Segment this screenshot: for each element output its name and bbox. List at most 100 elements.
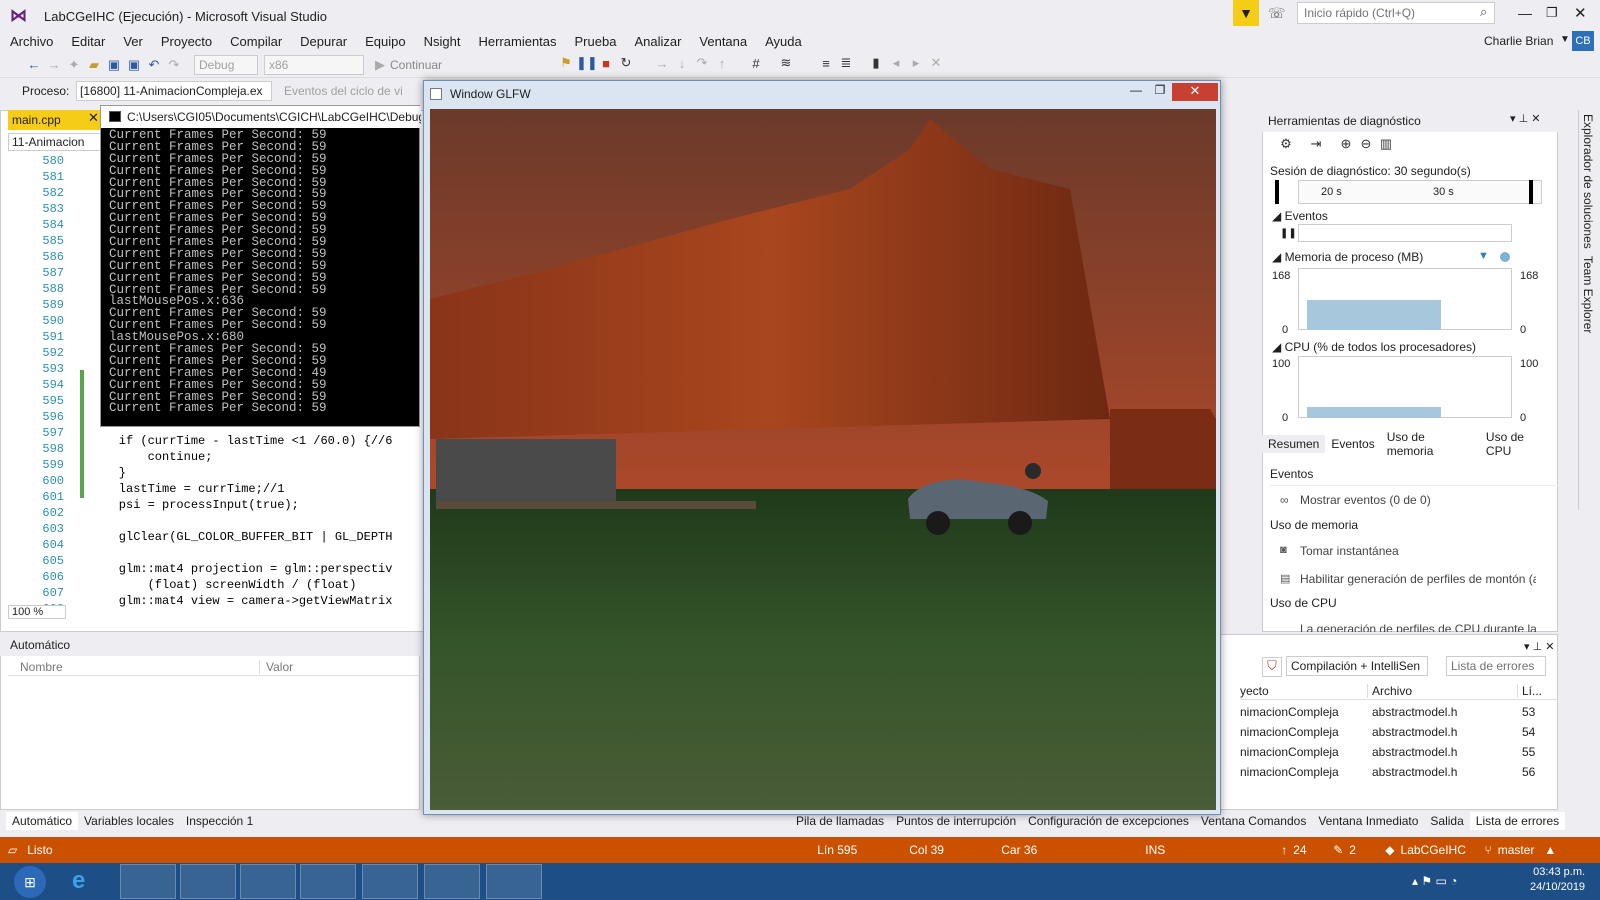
col-name[interactable]: Nombre bbox=[8, 659, 260, 674]
memory-section[interactable]: ◢ Memoria de proceso (MB) bbox=[1272, 250, 1423, 264]
minimize-button[interactable]: — bbox=[1518, 5, 1532, 21]
feedback-icon[interactable]: ☏ bbox=[1268, 5, 1286, 22]
tab-events[interactable]: Eventos bbox=[1325, 435, 1380, 453]
visual-studio-icon[interactable] bbox=[362, 864, 418, 899]
error-row[interactable]: nimacionCompleja abstractmodel.h 55 bbox=[1240, 742, 1558, 762]
team-explorer-tab[interactable]: Team Explorer bbox=[1581, 256, 1595, 333]
menu-prueba[interactable]: Prueba bbox=[565, 34, 625, 49]
bookmark-clear-icon[interactable]: ✕ bbox=[926, 55, 946, 71]
step-out-icon[interactable]: ↑ bbox=[712, 56, 732, 71]
memory-chart[interactable] bbox=[1298, 268, 1512, 330]
close-tab-icon[interactable]: ✕ bbox=[88, 110, 99, 126]
gitkraken-icon[interactable] bbox=[300, 864, 356, 899]
quick-launch-input[interactable]: Inicio rápido (Ctrl+Q) bbox=[1297, 2, 1495, 24]
continue-icon[interactable]: ▶ bbox=[370, 57, 390, 73]
process-select[interactable]: [16800] 11-AnimacionCompleja.ex bbox=[76, 81, 272, 101]
tab-output[interactable]: Salida bbox=[1424, 812, 1469, 830]
col-project[interactable]: yecto bbox=[1240, 683, 1368, 698]
tab-summary[interactable]: Resumen bbox=[1262, 435, 1326, 453]
export-icon[interactable]: ⇥ bbox=[1306, 136, 1326, 152]
tab-immediate-window[interactable]: Ventana Inmediato bbox=[1312, 812, 1424, 830]
solution-explorer-tab[interactable]: Explorador de soluciones bbox=[1581, 114, 1595, 249]
paint-icon[interactable] bbox=[424, 864, 480, 899]
error-row[interactable]: nimacionCompleja abstractmodel.h 54 bbox=[1240, 722, 1558, 742]
status-changes[interactable]: 2 bbox=[1349, 843, 1385, 857]
timeline-end-marker[interactable] bbox=[1529, 180, 1533, 204]
menu-compilar[interactable]: Compilar bbox=[220, 34, 290, 49]
tab-memory[interactable]: Uso de memoria bbox=[1381, 428, 1480, 460]
notification-filter-icon[interactable]: ▼ bbox=[1233, 0, 1259, 26]
bookmark-next-icon[interactable]: ▸ bbox=[906, 55, 926, 71]
back-icon[interactable]: ← bbox=[24, 57, 44, 72]
restart-icon[interactable]: ↻ bbox=[616, 55, 636, 71]
glfw-window[interactable]: Window GLFW — ❐ ✕ bbox=[423, 80, 1221, 815]
chrome-icon[interactable] bbox=[240, 864, 296, 899]
col-line[interactable]: Lí... bbox=[1518, 684, 1542, 698]
take-snapshot-button[interactable]: Tomar instantánea bbox=[1300, 544, 1399, 558]
menu-ventana[interactable]: Ventana bbox=[689, 34, 755, 49]
user-name[interactable]: Charlie Brian bbox=[1484, 34, 1553, 48]
comment-icon[interactable]: ≡ bbox=[816, 56, 836, 71]
save-all-icon[interactable]: ▣ bbox=[124, 57, 144, 73]
uncomment-icon[interactable]: ≣ bbox=[836, 55, 856, 71]
col-value[interactable]: Valor bbox=[260, 660, 293, 674]
glfw-close-button[interactable]: ✕ bbox=[1172, 83, 1218, 101]
continue-button[interactable]: Continuar bbox=[390, 58, 442, 72]
hex-icon[interactable]: # bbox=[746, 56, 766, 71]
tab-locals[interactable]: Variables locales bbox=[78, 814, 180, 828]
cpu-section[interactable]: ◢ CPU (% de todos los procesadores) bbox=[1272, 340, 1476, 354]
zoom-select[interactable]: 100 % bbox=[8, 605, 66, 619]
show-events-link[interactable]: Mostrar eventos (0 de 0) bbox=[1300, 493, 1431, 507]
opengl-viewport[interactable] bbox=[430, 109, 1216, 810]
configuration-select[interactable]: Debug bbox=[194, 54, 258, 75]
tab-watch1[interactable]: Inspección 1 bbox=[180, 814, 259, 828]
events-section[interactable]: ◢ Eventos bbox=[1272, 209, 1328, 223]
menu-editar[interactable]: Editar bbox=[61, 34, 113, 49]
settings-icon[interactable]: ⚙ bbox=[1276, 136, 1296, 152]
cpu-chart[interactable] bbox=[1298, 356, 1512, 418]
avatar[interactable]: CB bbox=[1572, 31, 1594, 51]
status-repo[interactable]: LabCGeIHC bbox=[1401, 843, 1485, 857]
attach-icon[interactable]: ⚑ bbox=[556, 55, 576, 71]
error-row[interactable]: nimacionCompleja abstractmodel.h 53 bbox=[1240, 702, 1558, 722]
menu-archivo[interactable]: Archivo bbox=[0, 34, 61, 49]
search-icon[interactable]: ⌕ bbox=[1480, 4, 1487, 20]
tray-icons[interactable]: ▴ ⚑ ▭ ◔ bbox=[1412, 874, 1457, 888]
menu-proyecto[interactable]: Proyecto bbox=[151, 34, 220, 49]
panel-controls[interactable]: ▾ ⊥ ✕ bbox=[1510, 112, 1540, 125]
pause-icon[interactable]: ❚❚ bbox=[576, 55, 598, 71]
forward-icon[interactable]: → bbox=[44, 57, 64, 72]
menu-nsight[interactable]: Nsight bbox=[414, 34, 469, 49]
step-into-icon[interactable]: ↓ bbox=[672, 56, 692, 71]
bookmark-icon[interactable]: ▮ bbox=[866, 55, 886, 71]
menu-analizar[interactable]: Analizar bbox=[624, 34, 689, 49]
tab-cpu[interactable]: Uso de CPU bbox=[1480, 428, 1558, 460]
chevron-up-icon[interactable]: ▲ bbox=[1544, 843, 1556, 857]
open-folder-icon[interactable]: ▰ bbox=[84, 57, 104, 73]
menu-depurar[interactable]: Depurar bbox=[290, 34, 355, 49]
zoom-in-icon[interactable]: ⊕ bbox=[1336, 136, 1356, 152]
save-icon[interactable]: ▣ bbox=[104, 57, 124, 73]
bookmark-prev-icon[interactable]: ◂ bbox=[886, 55, 906, 71]
undo-icon[interactable]: ↶ bbox=[144, 57, 164, 73]
chart-icon[interactable]: ▥ bbox=[1376, 136, 1396, 152]
error-panel-controls[interactable]: ▾ ⊥ ✕ bbox=[1524, 640, 1554, 653]
platform-select[interactable]: x86 bbox=[264, 54, 364, 75]
redo-icon[interactable]: ↷ bbox=[164, 57, 184, 73]
clear-filter-icon[interactable]: ⛉ bbox=[1262, 657, 1282, 677]
timeline-start-marker[interactable] bbox=[1275, 180, 1279, 204]
pause-icon[interactable]: ❚❚ bbox=[1280, 228, 1297, 239]
show-next-statement-icon[interactable]: → bbox=[652, 56, 672, 71]
close-button[interactable]: ✕ bbox=[1574, 4, 1587, 22]
media-player-icon[interactable] bbox=[180, 864, 236, 899]
error-search-input[interactable]: Lista de errores bbox=[1446, 656, 1546, 676]
glfw-window-taskbar-icon[interactable] bbox=[486, 864, 542, 899]
menu-ver[interactable]: Ver bbox=[113, 34, 151, 49]
internet-explorer-icon[interactable]: e bbox=[72, 867, 85, 895]
console-window[interactable]: C:\Users\CGI05\Documents\CGICH\LabCGeIHC… bbox=[100, 105, 421, 427]
new-project-icon[interactable]: ✦ bbox=[64, 57, 84, 73]
threads-icon[interactable]: ≋ bbox=[776, 55, 796, 71]
timeline-ruler[interactable]: 20 s 30 s bbox=[1275, 180, 1542, 204]
start-button-icon[interactable]: ⊞ bbox=[14, 866, 46, 898]
menu-herramientas[interactable]: Herramientas bbox=[468, 34, 564, 49]
